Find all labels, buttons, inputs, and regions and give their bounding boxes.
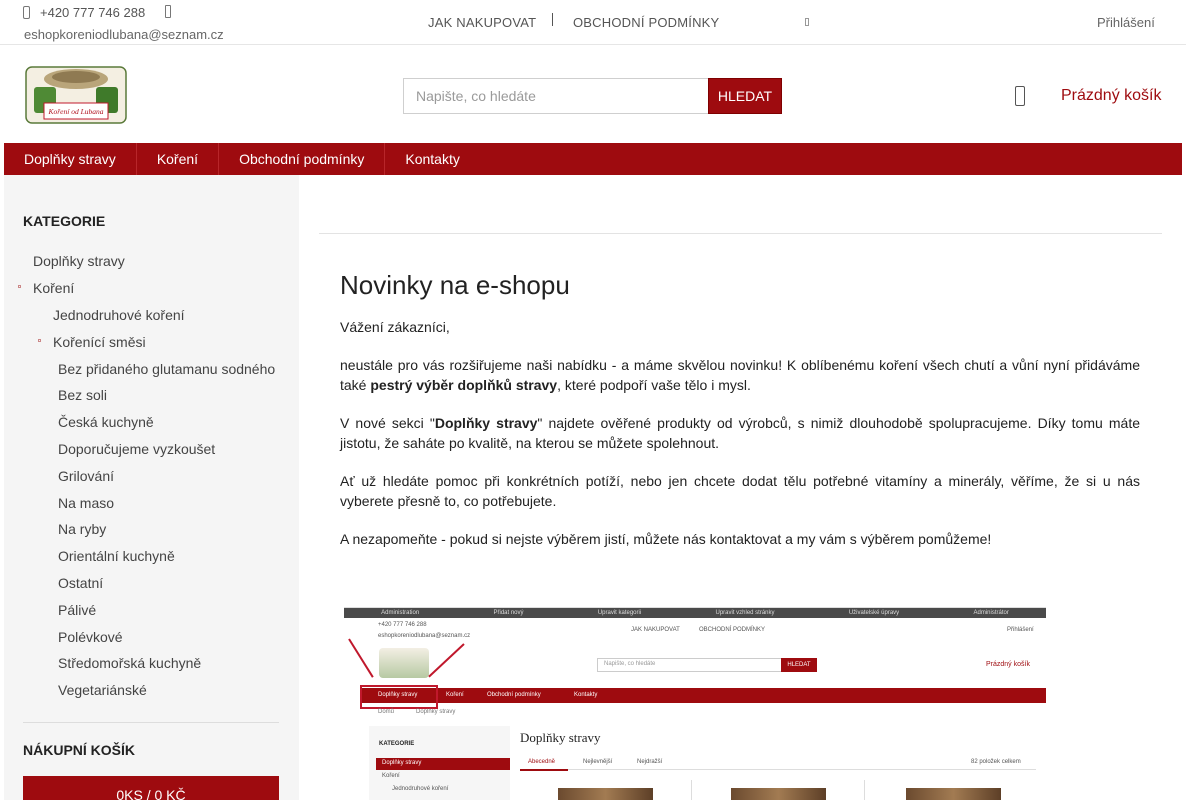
paragraph-3: Ať už hledáte pomoc při konkrétních potí… [340,473,1140,509]
bullet-icon [18,285,21,288]
admin-bar: Administration Přidat nový Upravit kateg… [344,608,1046,618]
category-item[interactable]: Bez přidaného glutamanu sodného [58,361,275,377]
mini-count: 82 položek celkem [971,759,1021,765]
mini-product-thumb [731,788,826,800]
mini-divider [691,780,692,800]
mini-link: JAK NAKUPOVAT [631,627,680,633]
category-item[interactable]: Doplňky stravy [33,253,125,269]
link-obchodni-podminky[interactable]: OBCHODNÍ PODMÍNKY [573,15,719,30]
category-item[interactable]: Orientální kuchyně [58,548,175,564]
breadcrumb-divider [319,233,1162,234]
category-item[interactable]: Kořenící směsi [53,334,146,350]
login-link[interactable]: Přihlášení [1097,15,1155,30]
nav-item-doplnky-stravy[interactable]: Doplňky stravy [4,143,137,175]
logo[interactable]: Koření od Lubana [24,65,128,125]
paragraph-2: V nové sekci "Doplňky stravy" najdete ov… [340,415,1140,451]
nav-item-obchodni-podminky[interactable]: Obchodní podmínky [219,143,386,175]
arrow-icon [348,638,374,678]
mini-logo [379,648,429,678]
phone-icon [23,6,30,19]
mini-tab: Nejlevnější [583,759,613,765]
category-item[interactable]: Grilování [58,468,114,484]
mini-tab: Nejdražší [637,759,663,765]
highlight-box [360,685,438,709]
cart-icon[interactable] [1015,86,1025,106]
mini-email: eshopkoreniodlubana@seznam.cz [378,633,471,639]
mini-breadcrumb: Doplňky stravy [416,709,456,715]
search-button[interactable]: HLEDAT [708,78,782,114]
sidebar: KATEGORIE Doplňky stravy Koření Jednodru… [4,175,299,800]
category-item[interactable]: Pálivé [58,602,96,618]
categories-heading: KATEGORIE [23,213,106,229]
main-nav: Doplňky stravy Koření Obchodní podmínky … [4,143,1182,175]
mini-nav: Doplňky stravy Koření Obchodní podmínky … [360,688,1046,703]
greeting-text: Vážení zákazníci, [340,319,450,335]
mini-product-thumb [558,788,653,800]
mini-search-button: HLEDAT [781,658,817,672]
category-item[interactable]: Na maso [58,495,114,511]
mini-login: Přihlášení [1007,627,1034,633]
mini-title: Doplňky stravy [520,730,601,745]
search-bar: HLEDAT [403,78,782,114]
mini-phone: +420 777 746 288 [378,622,427,628]
nav-item-koreni[interactable]: Koření [137,143,220,175]
article-screenshot-image: Administration Přidat nový Upravit kateg… [344,607,1046,800]
top-bar: +420 777 746 288 eshopkoreniodlubana@sez… [0,0,1186,45]
cart-summary[interactable]: 0KS / 0 KČ [23,776,279,800]
paragraph-4: A nezapomeňte - pokud si nejste výběrem … [340,531,992,547]
mail-icon [165,5,171,18]
category-item[interactable]: Koření [33,280,74,296]
mini-cart: Prázdný košík [986,661,1030,668]
nav-item-kontakty[interactable]: Kontakty [385,143,479,175]
mini-product-thumb [906,788,1001,800]
paragraph-1: neustále pro vás rozšiřujeme naši nabídk… [340,357,1140,393]
category-item[interactable]: Polévkové [58,629,123,645]
sidebar-divider [23,722,279,723]
category-item[interactable]: Ostatní [58,575,103,591]
category-item[interactable]: Doporučujeme vyzkoušet [58,441,215,457]
category-item[interactable]: Vegetariánské [58,682,147,698]
bullet-icon [38,339,41,342]
top-link-separator [552,13,553,26]
mini-tab-underline [520,769,568,771]
phone-number[interactable]: +420 777 746 288 [40,5,145,20]
contact-phone[interactable]: +420 777 746 288 [23,5,145,20]
category-item[interactable]: Na ryby [58,521,106,537]
mini-side-item: Doplňky stravy [382,760,422,766]
link-jak-nakupovat[interactable]: JAK NAKUPOVAT [428,15,536,30]
mini-side-heading: KATEGORIE [379,741,415,747]
cart-heading: NÁKUPNÍ KOŠÍK [23,742,136,758]
category-item[interactable]: Středomořská kuchyně [58,655,201,671]
mini-divider [864,780,865,800]
page-title: Novinky na e-shopu [340,270,570,300]
chevron-down-icon[interactable] [805,18,809,26]
search-input[interactable] [403,78,708,114]
mini-side-item: Koření [382,773,400,779]
mini-link: OBCHODNÍ PODMÍNKY [699,627,766,633]
category-item[interactable]: Bez soli [58,387,107,403]
arrow-icon [428,643,465,678]
svg-text:Koření od Lubana: Koření od Lubana [47,107,103,116]
mini-tab: Abecedně [528,759,556,765]
mini-breadcrumb: Domů [378,709,395,715]
mini-search-placeholder: Napište, co hledáte [604,661,656,667]
category-item[interactable]: Jednodruhové koření [53,307,185,323]
contact-email[interactable]: eshopkoreniodlubana@seznam.cz [24,27,224,42]
mini-side-item: Jednodruhové koření [392,786,449,792]
cart-link[interactable]: Prázdný košík [1061,87,1161,105]
category-item[interactable]: Česká kuchyně [58,414,154,430]
